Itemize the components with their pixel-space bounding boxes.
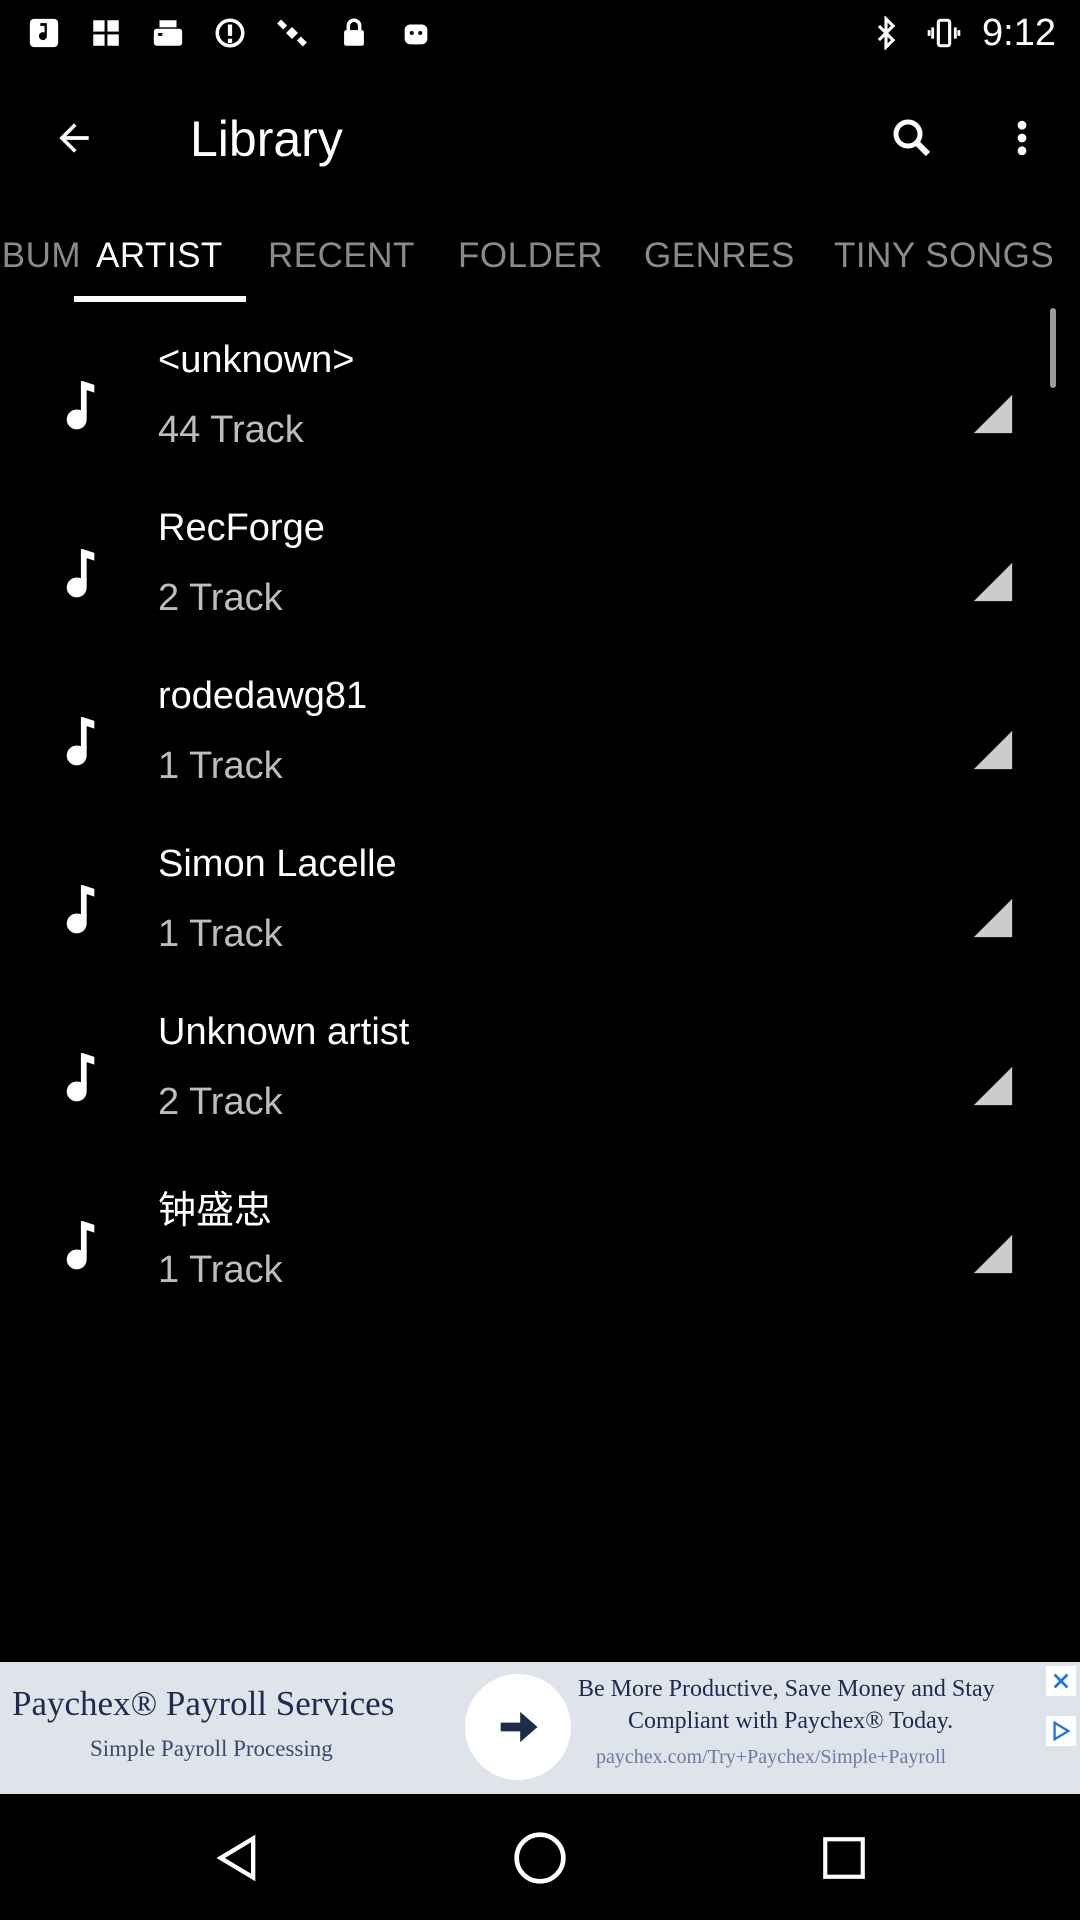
ad-title[interactable]: Paychex® Payroll Services: [12, 1684, 394, 1724]
overflow-menu-button[interactable]: [976, 92, 1068, 184]
page-title: Library: [190, 111, 343, 167]
ad-body-line2[interactable]: Compliant with Paychex® Today.: [628, 1708, 953, 1735]
status-bar: 9:12: [0, 0, 1080, 66]
tab-genres[interactable]: GENRES: [644, 236, 795, 276]
item-menu-icon[interactable]: [970, 1063, 1016, 1109]
ad-subtitle[interactable]: Simple Payroll Processing: [90, 1736, 333, 1762]
arrow-right-icon: [500, 1711, 538, 1743]
ad-cta-button[interactable]: [465, 1674, 571, 1780]
ad-body-line1[interactable]: Be More Productive, Save Money and Stay: [578, 1676, 995, 1703]
music-note-icon: [24, 13, 64, 53]
nav-back-button[interactable]: [200, 1820, 276, 1896]
status-bar-notifications: [24, 13, 436, 53]
app-bar: Library: [0, 66, 1080, 206]
no-sim-icon: [210, 13, 250, 53]
ad-close-button[interactable]: [1046, 1666, 1076, 1696]
track-count: 1 Track: [158, 1249, 283, 1291]
track-count: 2 Track: [158, 577, 283, 619]
artist-name: Simon Lacelle: [158, 843, 397, 885]
ad-choices-icon: [1053, 1720, 1071, 1742]
item-menu-icon[interactable]: [970, 559, 1016, 605]
list-item[interactable]: Simon Lacelle 1 Track: [0, 809, 1080, 977]
nav-recents-icon: [823, 1837, 865, 1879]
nav-recents-button[interactable]: [806, 1820, 882, 1896]
artist-list[interactable]: <unknown> 44 Track RecForge 2 Track rode…: [0, 305, 1080, 1313]
music-note-icon: [66, 1053, 95, 1102]
close-icon: [1053, 1673, 1069, 1689]
music-note-icon: [66, 717, 95, 766]
ad-choices-button[interactable]: [1046, 1716, 1076, 1746]
bluetooth-icon: [866, 13, 906, 53]
grid-icon: [86, 13, 126, 53]
list-item[interactable]: 钟盛忠 1 Track: [0, 1145, 1080, 1313]
item-menu-icon[interactable]: [970, 1231, 1016, 1277]
list-scrollbar[interactable]: [1050, 308, 1056, 388]
android-icon: [396, 13, 436, 53]
list-item[interactable]: rodedawg81 1 Track: [0, 641, 1080, 809]
ad-url[interactable]: paychex.com/Try+Paychex/Simple+Payroll: [596, 1746, 946, 1769]
vibrate-icon: [924, 13, 964, 53]
music-note-icon: [66, 549, 95, 598]
track-count: 1 Track: [158, 745, 283, 787]
tab-indicator: [74, 296, 246, 302]
music-note-icon: [66, 381, 95, 430]
track-count: 1 Track: [158, 913, 283, 955]
more-vert-icon: [1017, 120, 1027, 156]
fax-icon: [148, 13, 188, 53]
navigation-bar: [0, 1794, 1080, 1920]
tab-recent[interactable]: RECENT: [268, 236, 415, 276]
item-menu-icon[interactable]: [970, 391, 1016, 437]
list-item[interactable]: RecForge 2 Track: [0, 473, 1080, 641]
track-count: 44 Track: [158, 409, 304, 451]
music-note-icon: [66, 1221, 95, 1270]
tab-tiny-songs[interactable]: TINY SONGS: [834, 236, 1054, 276]
search-button[interactable]: [866, 92, 958, 184]
item-menu-icon[interactable]: [970, 895, 1016, 941]
status-time: 9:12: [982, 11, 1056, 54]
tab-artist[interactable]: ARTIST: [96, 236, 223, 276]
ad-banner[interactable]: Paychex® Payroll Services Simple Payroll…: [0, 1662, 1080, 1794]
status-bar-system: 9:12: [866, 12, 1056, 55]
satellite-icon: [272, 13, 312, 53]
item-menu-icon[interactable]: [970, 727, 1016, 773]
track-count: 2 Track: [158, 1081, 283, 1123]
artist-name: RecForge: [158, 507, 325, 549]
artist-name: 钟盛忠: [158, 1190, 273, 1232]
artist-name: rodedawg81: [158, 675, 368, 717]
artist-name: <unknown>: [158, 339, 355, 381]
tab-bar: ALBUM ARTIST RECENT FOLDER GENRES TINY S…: [0, 206, 1080, 302]
list-item[interactable]: <unknown> 44 Track: [0, 305, 1080, 473]
music-note-icon: [66, 885, 95, 934]
nav-back-icon: [216, 1834, 256, 1882]
nav-home-button[interactable]: [502, 1820, 578, 1896]
tab-album[interactable]: ALBUM: [0, 236, 81, 276]
search-icon: [893, 119, 931, 157]
back-button[interactable]: [28, 92, 120, 184]
tab-folder[interactable]: FOLDER: [458, 236, 603, 276]
lock-icon: [334, 13, 374, 53]
artist-name: Unknown artist: [158, 1011, 410, 1053]
back-arrow-icon: [59, 123, 89, 153]
list-item[interactable]: Unknown artist 2 Track: [0, 977, 1080, 1145]
nav-home-icon: [514, 1832, 566, 1884]
